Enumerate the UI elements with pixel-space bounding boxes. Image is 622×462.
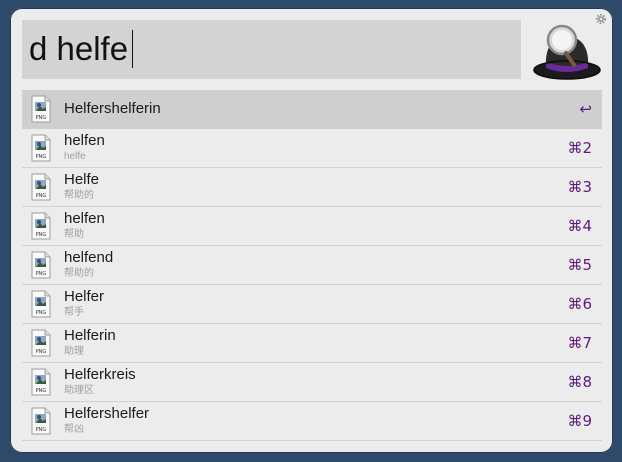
result-shortcut: ⌘8 — [567, 373, 592, 391]
result-shortcut: ⌘7 — [567, 334, 592, 352]
result-title: Helfe — [64, 171, 100, 188]
png-file-icon: PNG — [31, 212, 51, 240]
search-query-text: d helfe — [29, 30, 129, 67]
result-row[interactable]: PNG Helfer 帮手 ⌘6 — [22, 285, 602, 324]
result-title: Helferkreis — [64, 366, 136, 383]
result-subtitle: 助理 — [64, 346, 84, 357]
svg-text:PNG: PNG — [36, 349, 47, 355]
result-title: helfen — [64, 210, 105, 227]
png-file-icon: PNG — [31, 407, 51, 435]
result-row[interactable]: PNG Helfe 帮助的 ⌘3 — [22, 168, 602, 207]
svg-text:PNG: PNG — [36, 271, 47, 277]
text-caret — [132, 30, 133, 68]
search-input[interactable]: d helfe — [22, 20, 521, 79]
svg-text:PNG: PNG — [36, 388, 47, 394]
result-shortcut: ⌘5 — [567, 256, 592, 274]
alfred-hat-icon — [533, 24, 601, 80]
png-file-icon: PNG — [31, 368, 51, 396]
launcher-window: d helfe PNG Helfershelferin ↩ PNG helfen… — [10, 8, 613, 453]
result-title: Helfershelfer — [64, 405, 150, 422]
svg-text:PNG: PNG — [36, 427, 47, 433]
png-file-icon: PNG — [31, 173, 51, 201]
result-row[interactable]: PNG helfend 帮助的 ⌘5 — [22, 246, 602, 285]
png-file-icon: PNG — [31, 95, 51, 123]
png-file-icon: PNG — [31, 251, 51, 279]
result-row[interactable]: PNG Helferin 助理 ⌘7 — [22, 324, 602, 363]
result-row[interactable]: PNG helfen 帮助 ⌘4 — [22, 207, 602, 246]
svg-text:PNG: PNG — [36, 310, 47, 316]
result-shortcut: ⌘4 — [567, 217, 592, 235]
result-subtitle: 帮手 — [64, 307, 84, 318]
results-list: PNG Helfershelferin ↩ PNG helfen helfe ⌘… — [22, 90, 602, 441]
result-row[interactable]: PNG helfen helfe ⌘2 — [22, 129, 602, 168]
png-file-icon: PNG — [31, 329, 51, 357]
result-shortcut: ⌘6 — [567, 295, 592, 313]
result-subtitle: 帮凶 — [64, 424, 84, 435]
svg-text:PNG: PNG — [36, 232, 47, 238]
result-shortcut: ↩ — [579, 100, 592, 118]
result-title: helfend — [64, 249, 114, 266]
result-title: helfen — [64, 132, 105, 149]
result-subtitle: 助理区 — [64, 385, 94, 396]
result-row[interactable]: PNG Helfershelferin ↩ — [22, 90, 602, 129]
result-subtitle: 帮助的 — [64, 268, 94, 279]
result-subtitle: 帮助 — [64, 229, 84, 240]
png-file-icon: PNG — [31, 134, 51, 162]
result-shortcut: ⌘9 — [567, 412, 592, 430]
result-shortcut: ⌘3 — [567, 178, 592, 196]
result-shortcut: ⌘2 — [567, 139, 592, 157]
result-title: Helferin — [64, 327, 116, 344]
svg-text:PNG: PNG — [36, 154, 47, 160]
svg-text:PNG: PNG — [36, 115, 47, 121]
result-row[interactable]: PNG Helferkreis 助理区 ⌘8 — [22, 363, 602, 402]
svg-text:PNG: PNG — [36, 193, 47, 199]
png-file-icon: PNG — [31, 290, 51, 318]
result-title: Helfershelferin — [64, 100, 161, 117]
result-row[interactable]: PNG Helfershelfer 帮凶 ⌘9 — [22, 402, 602, 441]
result-title: Helfer — [64, 288, 105, 305]
result-subtitle: helfe — [64, 151, 86, 162]
result-subtitle: 帮助的 — [64, 190, 94, 201]
